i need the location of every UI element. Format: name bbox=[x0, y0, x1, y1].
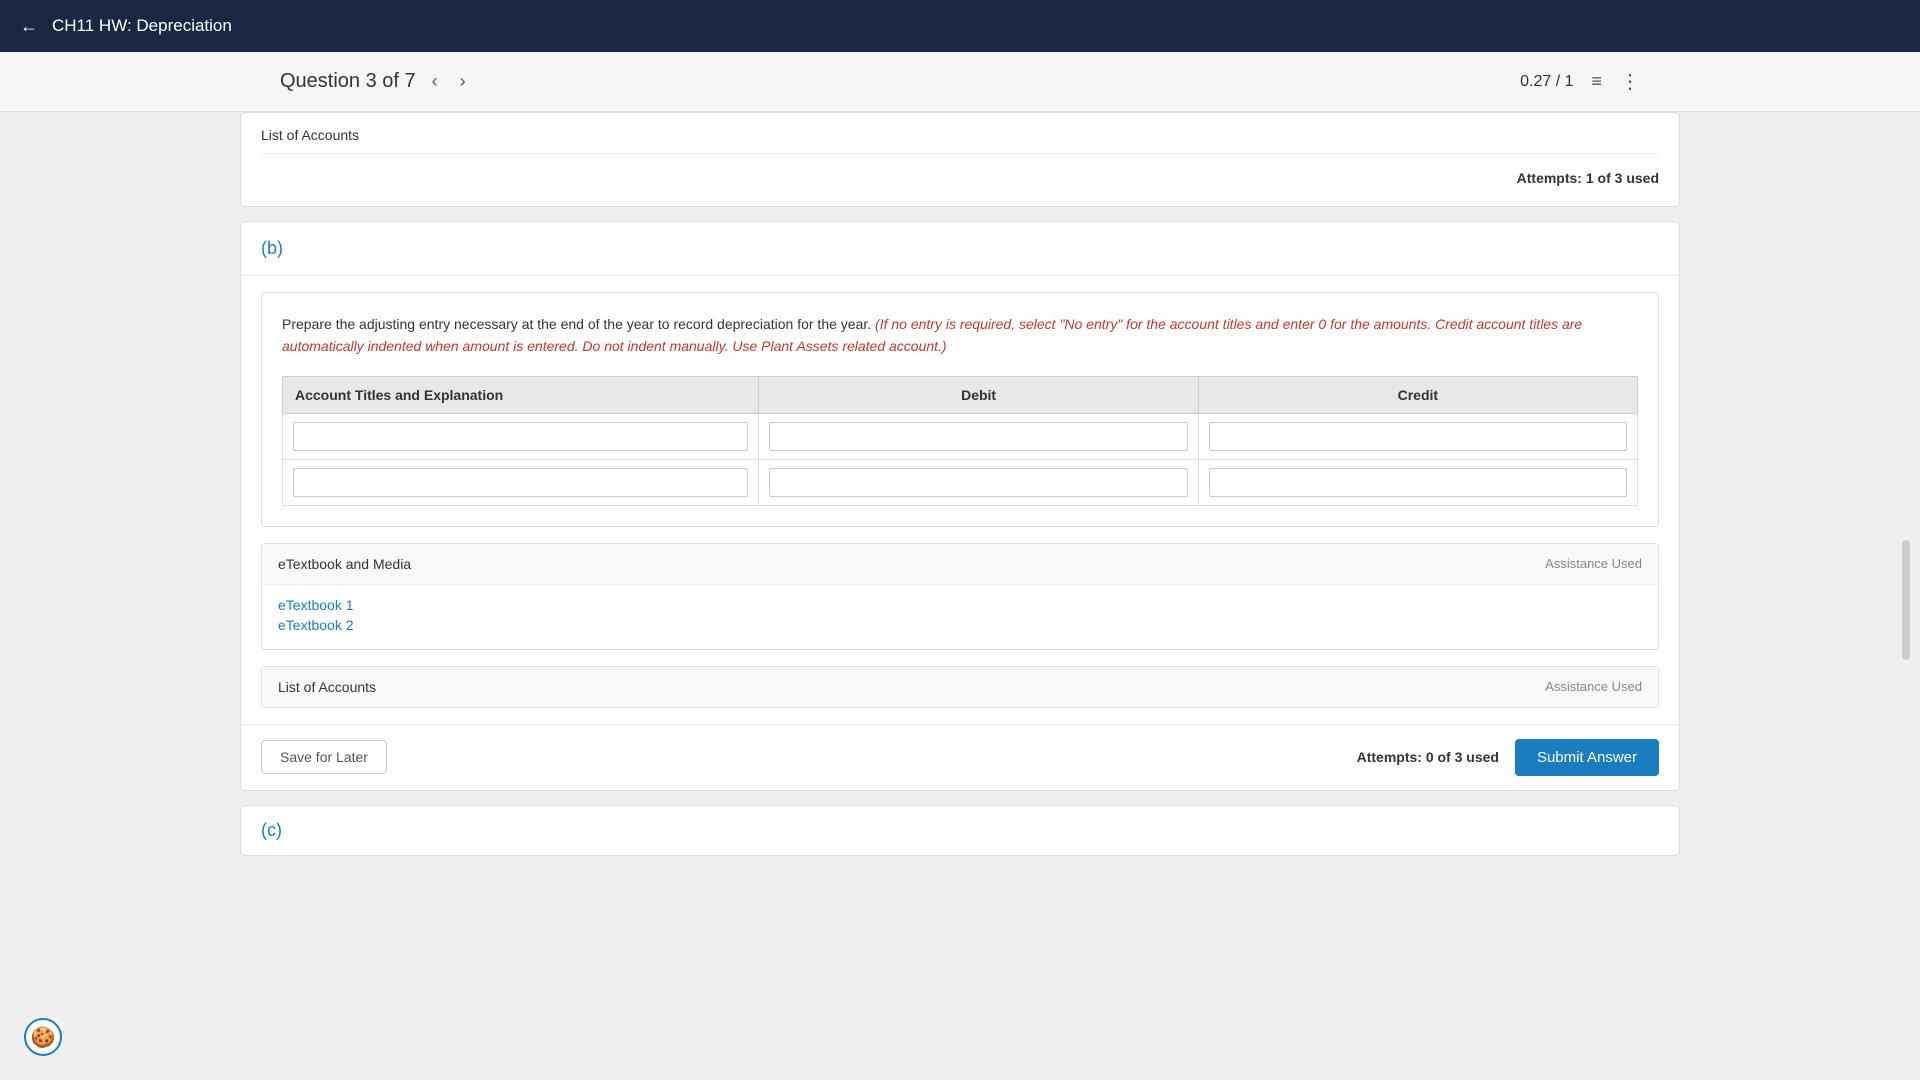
top-list-of-accounts-label: List of Accounts bbox=[261, 127, 1659, 154]
etextbook-header: eTextbook and Media Assistance Used bbox=[262, 544, 1658, 585]
list-accounts-assistance: Assistance Used bbox=[1545, 679, 1642, 694]
journal-entry-table: Account Titles and Explanation Debit Cre… bbox=[282, 376, 1638, 506]
col-credit-header: Credit bbox=[1198, 376, 1637, 413]
etextbook-links: eTextbook 1 eTextbook 2 bbox=[262, 585, 1658, 649]
table-row bbox=[283, 413, 1638, 459]
submit-answer-button[interactable]: Submit Answer bbox=[1515, 739, 1659, 776]
debit-input-1[interactable] bbox=[769, 422, 1187, 451]
save-for-later-button[interactable]: Save for Later bbox=[261, 740, 387, 774]
list-accounts-section: List of Accounts Assistance Used bbox=[261, 666, 1659, 708]
section-b-card: (b) Prepare the adjusting entry necessar… bbox=[240, 221, 1680, 791]
score-area: 0.27 / 1 ≡ ⋮ bbox=[1520, 69, 1640, 94]
list-accounts-title: List of Accounts bbox=[278, 679, 376, 695]
footer-actions: Save for Later Attempts: 0 of 3 used Sub… bbox=[241, 724, 1679, 790]
prev-question-button[interactable]: ‹ bbox=[426, 67, 444, 96]
col-debit-header: Debit bbox=[759, 376, 1198, 413]
question-counter: Question 3 of 7 bbox=[280, 70, 416, 93]
scroll-indicator bbox=[1902, 540, 1910, 660]
sub-header: Question 3 of 7 ‹ › 0.27 / 1 ≡ ⋮ bbox=[0, 52, 1920, 112]
instruction-plain: Prepare the adjusting entry necessary at… bbox=[282, 316, 871, 332]
page-title: CH11 HW: Depreciation bbox=[52, 16, 232, 36]
footer-right: Attempts: 0 of 3 used Submit Answer bbox=[1357, 739, 1659, 776]
cookie-icon[interactable]: 🍪 bbox=[24, 1018, 62, 1056]
credit-input-1[interactable] bbox=[1209, 422, 1627, 451]
credit-cell-1 bbox=[1198, 413, 1637, 459]
list-icon[interactable]: ≡ bbox=[1591, 71, 1602, 92]
debit-cell-2 bbox=[759, 459, 1198, 505]
main-content: List of Accounts Attempts: 1 of 3 used (… bbox=[0, 112, 1920, 910]
debit-cell-1 bbox=[759, 413, 1198, 459]
table-row bbox=[283, 459, 1638, 505]
section-c-card: (c) bbox=[240, 805, 1680, 856]
credit-cell-2 bbox=[1198, 459, 1637, 505]
next-question-button[interactable]: › bbox=[454, 67, 472, 96]
top-attempts: Attempts: 1 of 3 used bbox=[261, 164, 1659, 192]
cookie-emoji: 🍪 bbox=[31, 1025, 56, 1050]
etextbook-link-1[interactable]: eTextbook 1 bbox=[278, 597, 1642, 613]
top-navigation: ← CH11 HW: Depreciation bbox=[0, 0, 1920, 52]
instruction-text: Prepare the adjusting entry necessary at… bbox=[282, 313, 1638, 358]
score-display: 0.27 / 1 bbox=[1520, 73, 1573, 91]
credit-input-2[interactable] bbox=[1209, 468, 1627, 497]
account-input-2[interactable] bbox=[293, 468, 748, 497]
question-nav: Question 3 of 7 ‹ › bbox=[280, 67, 472, 96]
etextbook-link-2[interactable]: eTextbook 2 bbox=[278, 617, 1642, 633]
etextbook-assistance: Assistance Used bbox=[1545, 556, 1642, 571]
account-cell-1 bbox=[283, 413, 759, 459]
col-account-header: Account Titles and Explanation bbox=[283, 376, 759, 413]
footer-attempts: Attempts: 0 of 3 used bbox=[1357, 749, 1499, 765]
instruction-card: Prepare the adjusting entry necessary at… bbox=[261, 292, 1659, 527]
account-cell-2 bbox=[283, 459, 759, 505]
etextbook-title: eTextbook and Media bbox=[278, 556, 411, 572]
back-button[interactable]: ← bbox=[20, 16, 38, 37]
more-icon[interactable]: ⋮ bbox=[1620, 69, 1640, 94]
etextbook-section: eTextbook and Media Assistance Used eTex… bbox=[261, 543, 1659, 650]
section-b-label: (b) bbox=[261, 238, 283, 258]
top-card: List of Accounts Attempts: 1 of 3 used bbox=[240, 112, 1680, 207]
section-b-header: (b) bbox=[241, 222, 1679, 276]
debit-input-2[interactable] bbox=[769, 468, 1187, 497]
account-input-1[interactable] bbox=[293, 422, 748, 451]
list-accounts-header: List of Accounts Assistance Used bbox=[262, 667, 1658, 707]
section-c-label: (c) bbox=[261, 820, 282, 840]
